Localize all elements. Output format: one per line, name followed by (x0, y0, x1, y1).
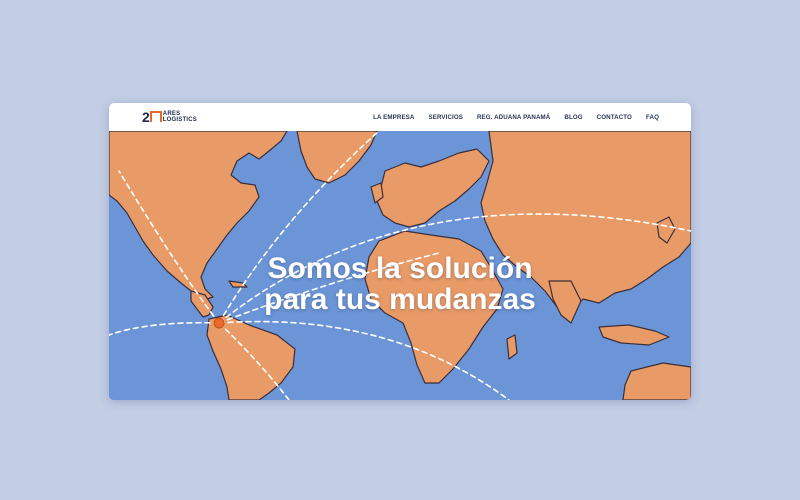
logo-wordmark: ARES LOGISTICS (163, 111, 197, 123)
hero-headline-line-2: para tus mudanzas (264, 283, 536, 316)
logo-line-2: LOGISTICS (162, 117, 197, 123)
nav-item-la-empresa[interactable]: LA EMPRESA (373, 114, 414, 121)
nav-item-faq[interactable]: FAQ (646, 114, 659, 121)
nav-item-reg-aduana[interactable]: REG. ADUANA PANAMÁ (477, 114, 550, 121)
nav-item-blog[interactable]: BLOG (564, 114, 582, 121)
site-logo[interactable]: 2 ARES LOGISTICS (142, 109, 197, 125)
main-nav: LA EMPRESA SERVICIOS REG. ADUANA PANAMÁ … (373, 103, 659, 131)
nav-item-contacto[interactable]: CONTACTO (597, 114, 632, 121)
hero-section: Somos la solución para tus mudanzas (109, 131, 691, 400)
panama-location-marker (213, 317, 225, 329)
logo-house-icon (149, 110, 162, 122)
site-header: 2 ARES LOGISTICS LA EMPRESA SERVICIOS RE… (109, 103, 691, 131)
hero-headline-line-1: Somos la solución (267, 252, 533, 285)
logo-number: 2 (142, 109, 150, 125)
hero-headline: Somos la solución para tus mudanzas (109, 253, 691, 315)
nav-item-servicios[interactable]: SERVICIOS (428, 114, 462, 121)
browser-window: 2 ARES LOGISTICS LA EMPRESA SERVICIOS RE… (109, 103, 691, 400)
